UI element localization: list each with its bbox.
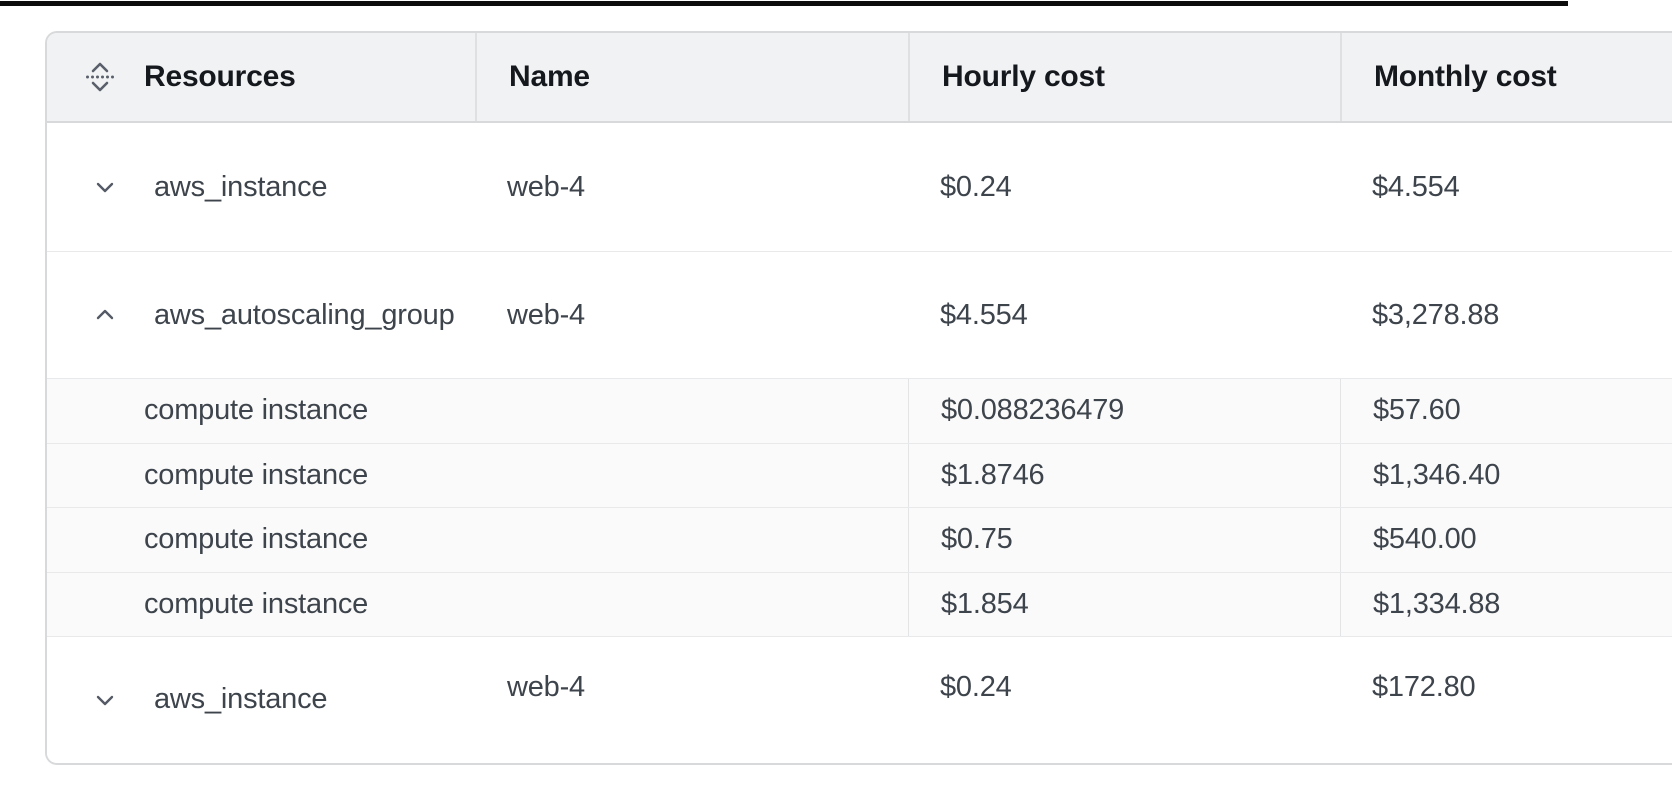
header-label-monthly-cost: Monthly cost — [1374, 60, 1557, 94]
cost-component-label: compute instance — [47, 444, 908, 508]
column-header-resources: Resources — [47, 33, 475, 121]
table-row-aws-instance[interactable]: aws_instance web-4 $0.24 $4.554 — [47, 123, 1672, 251]
sub-row-compute-instance: compute instance $0.75 $540.00 — [47, 507, 1672, 572]
resource-cell[interactable]: aws_instance — [47, 637, 475, 762]
resource-type-label: aws_instance — [154, 683, 327, 716]
monthly-cost-value: $1,346.40 — [1340, 444, 1672, 508]
monthly-cost-value: $3,278.88 — [1340, 252, 1672, 378]
monthly-cost-value: $172.80 — [1340, 625, 1672, 750]
column-header-monthly-cost: Monthly cost — [1340, 33, 1672, 121]
hourly-cost-value: $4.554 — [908, 252, 1340, 378]
column-header-hourly-cost: Hourly cost — [908, 33, 1340, 121]
resource-name: web-4 — [475, 252, 908, 378]
resource-cell[interactable]: aws_autoscaling_group — [47, 252, 475, 378]
sub-row-compute-instance: compute instance $1.8746 $1,346.40 — [47, 443, 1672, 508]
chevron-down-icon[interactable] — [89, 688, 121, 712]
header-label-resources: Resources — [144, 60, 296, 94]
table-row-aws-instance[interactable]: aws_instance web-4 $0.24 $172.80 — [47, 636, 1672, 762]
monthly-cost-value: $4.554 — [1340, 123, 1672, 251]
resource-name: web-4 — [475, 123, 908, 251]
hourly-cost-value: $0.088236479 — [908, 379, 1340, 443]
table-header: Resources Name Hourly cost Monthly cost — [47, 33, 1672, 123]
monthly-cost-value: $540.00 — [1340, 508, 1672, 572]
chevron-down-icon[interactable] — [89, 175, 121, 199]
table-row-aws-autoscaling-group[interactable]: aws_autoscaling_group web-4 $4.554 $3,27… — [47, 251, 1672, 378]
cost-component-label: compute instance — [47, 508, 908, 572]
hourly-cost-value: $0.75 — [908, 508, 1340, 572]
header-label-name: Name — [509, 60, 590, 94]
resource-type-label: aws_autoscaling_group — [154, 299, 455, 332]
hourly-cost-value: $1.8746 — [908, 444, 1340, 508]
cost-breakdown-table: Resources Name Hourly cost Monthly cost … — [45, 31, 1672, 765]
hourly-cost-value: $0.24 — [908, 123, 1340, 251]
cost-component-label: compute instance — [47, 379, 908, 443]
resource-type-label: aws_instance — [154, 171, 327, 204]
top-divider-bar — [0, 1, 1568, 6]
expand-collapse-all-icon[interactable] — [85, 58, 115, 96]
resource-name: web-4 — [475, 625, 908, 750]
monthly-cost-value: $57.60 — [1340, 379, 1672, 443]
hourly-cost-value: $0.24 — [908, 625, 1340, 750]
chevron-up-icon[interactable] — [89, 303, 121, 327]
column-header-name: Name — [475, 33, 908, 121]
sub-row-compute-instance: compute instance $0.088236479 $57.60 — [47, 378, 1672, 443]
resource-cell[interactable]: aws_instance — [47, 123, 475, 251]
header-label-hourly-cost: Hourly cost — [942, 60, 1105, 94]
